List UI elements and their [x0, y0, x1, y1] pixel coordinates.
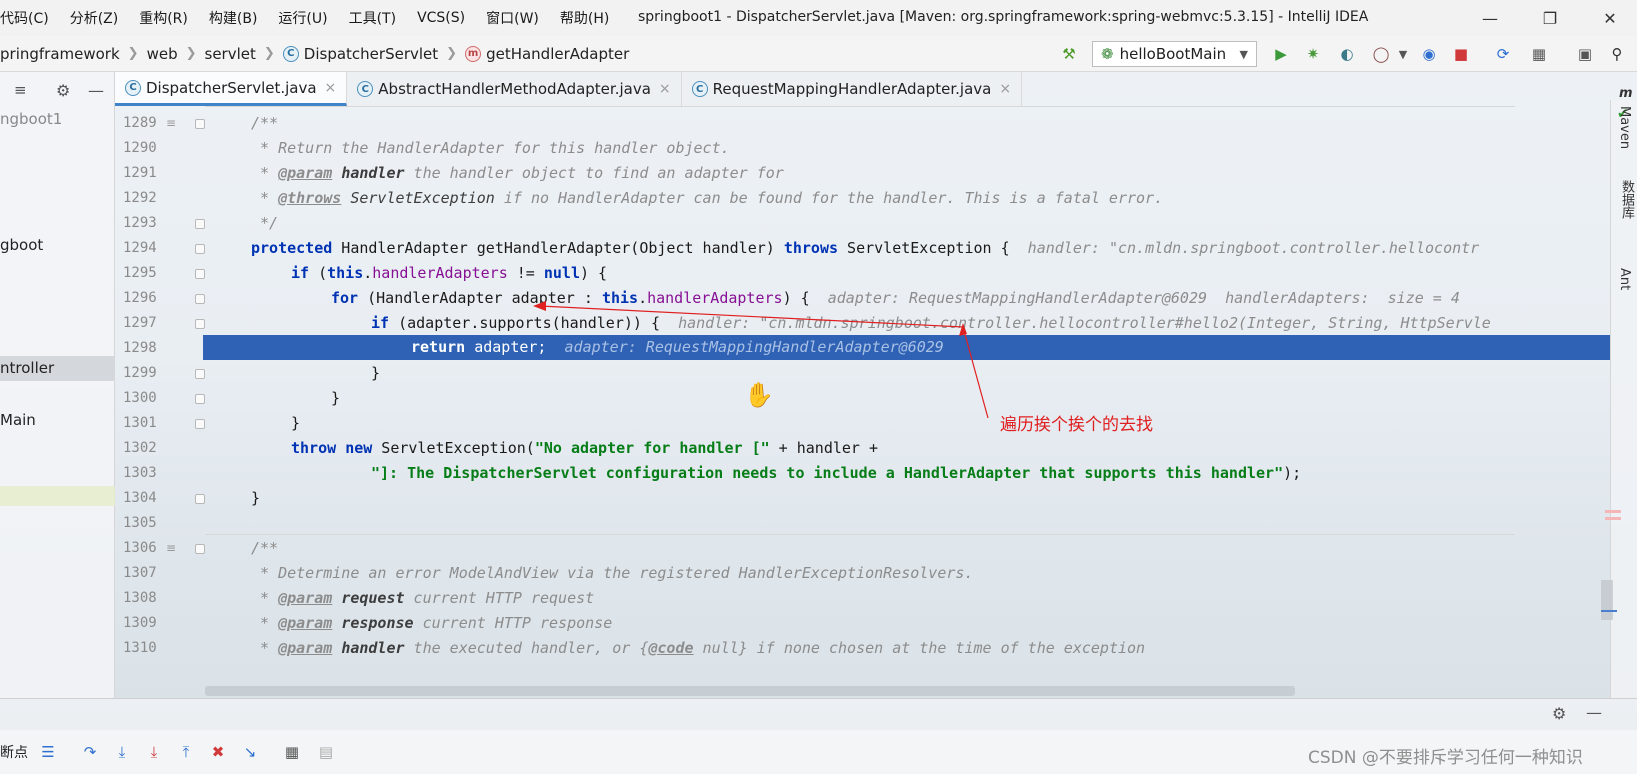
- run-to-cursor-icon[interactable]: ↘: [238, 740, 262, 764]
- step-into-icon[interactable]: ⤓: [110, 740, 134, 764]
- force-step-into-icon[interactable]: ⤓: [142, 740, 166, 764]
- annotation-arrow: [962, 326, 989, 419]
- gear-icon[interactable]: ⚙: [1552, 704, 1566, 723]
- trace-stream-icon[interactable]: ▤: [314, 740, 338, 764]
- debug-panel-header: ⚙ —: [0, 698, 1637, 730]
- watermark-text: CSDN @不要排斥学习任何一种知识: [1308, 748, 1583, 768]
- hide-panel-icon[interactable]: —: [1586, 703, 1602, 722]
- vertical-scrollbar[interactable]: [1601, 580, 1613, 620]
- right-tool-strip: ✔ m Maven 数据库 Ant: [1601, 86, 1637, 698]
- breakpoints-label: 断点: [0, 745, 28, 761]
- drop-frame-icon[interactable]: ✖: [206, 740, 230, 764]
- step-over-icon[interactable]: ↷: [78, 740, 102, 764]
- annotation-arrowhead: [959, 323, 967, 336]
- error-stripe-marker: [1605, 510, 1621, 513]
- annotation-overlay: [533, 301, 989, 419]
- annotation-arrow: [539, 305, 964, 328]
- evaluate-expression-icon[interactable]: ▦: [280, 740, 304, 764]
- error-stripe-marker: [1605, 517, 1621, 520]
- database-tool-tab[interactable]: 数据库: [1617, 180, 1636, 219]
- maven-logo-icon: m: [1619, 86, 1633, 101]
- annotation-text: 遍历挨个挨个的去找: [1000, 415, 1153, 435]
- maven-tool-tab[interactable]: Maven: [1617, 106, 1632, 149]
- show-execution-point-icon[interactable]: ☰: [36, 740, 60, 764]
- step-out-icon[interactable]: ⤒: [174, 740, 198, 764]
- caret-stripe-marker: [1601, 610, 1617, 612]
- hand-cursor-icon: ✋: [744, 381, 774, 409]
- annotation-arrowhead: [533, 301, 546, 311]
- ant-tool-tab[interactable]: Ant: [1617, 268, 1632, 290]
